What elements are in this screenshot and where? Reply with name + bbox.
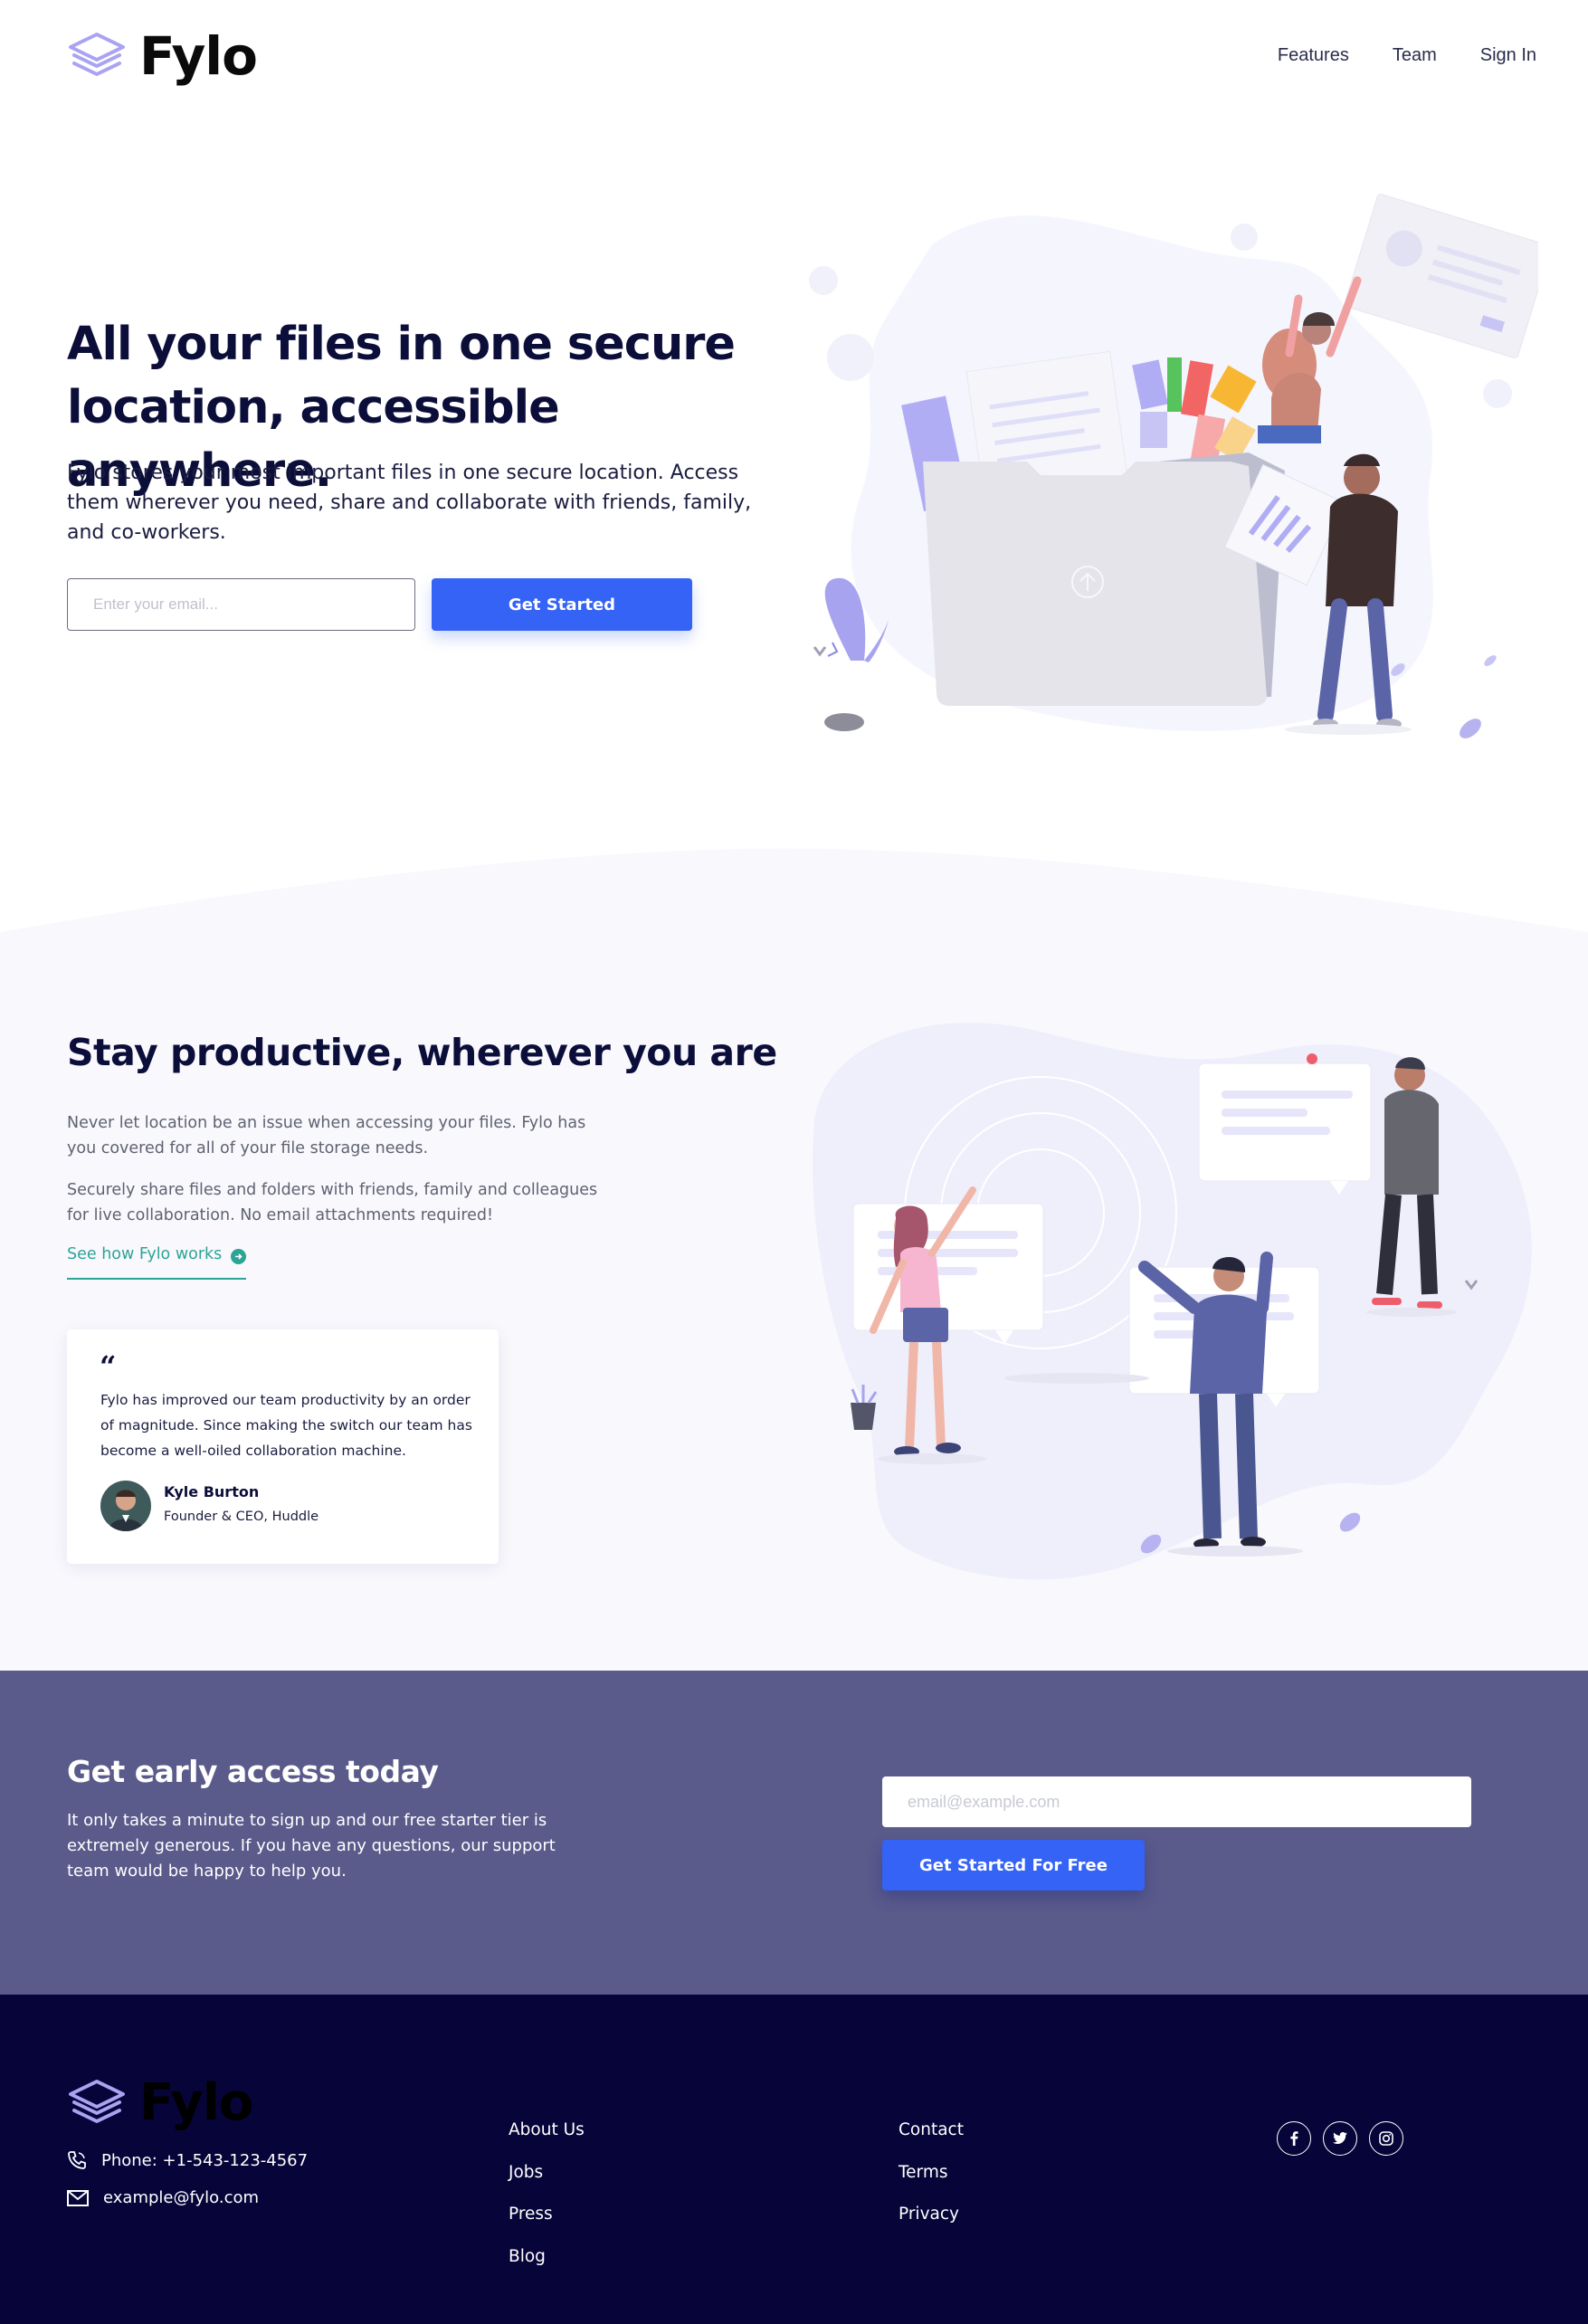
footer-link-terms[interactable]: Terms — [899, 2163, 964, 2183]
footer-phone-text: Phone: +1-543-123-4567 — [101, 2150, 309, 2170]
hero-description: Fylo stores your most important files in… — [67, 462, 752, 544]
brand-logo[interactable]: Fylo — [67, 25, 258, 87]
arrow-right-icon — [231, 1249, 247, 1264]
nav-link-sign-in[interactable]: Sign In — [1480, 45, 1536, 66]
footer-brand-name: Fylo — [139, 2073, 253, 2132]
instagram-icon — [1379, 2131, 1393, 2146]
section-paragraph: Securely share files and folders with fr… — [67, 1181, 598, 1224]
testimonial-card: “ Fylo has improved our team productivit… — [67, 1329, 499, 1564]
brand-name: Fylo — [139, 25, 258, 87]
footer-links-column: Contact Terms Privacy — [899, 2120, 964, 2224]
hero-email-input[interactable] — [67, 578, 415, 631]
instagram-link[interactable] — [1369, 2121, 1403, 2156]
footer-link-jobs[interactable]: Jobs — [509, 2163, 585, 2183]
nav-link-team[interactable]: Team — [1393, 45, 1437, 66]
early-access-section: Get early access today It only takes a m… — [0, 1671, 1588, 1995]
testimonial-role: Founder & CEO, Huddle — [164, 1510, 319, 1524]
testimonial-text: Fylo has improved our team productivity … — [100, 1392, 472, 1459]
section-paragraph: Never let location be an issue when acce… — [67, 1114, 586, 1157]
hero-illustration — [809, 194, 1538, 738]
email-icon — [67, 2189, 89, 2206]
footer-link-blog[interactable]: Blog — [509, 2247, 585, 2267]
layers-icon — [69, 2080, 125, 2123]
testimonial-name: Kyle Burton — [164, 1483, 260, 1500]
site-footer: Fylo Phone: +1-543-123-4567 example@fylo… — [0, 1995, 1588, 2324]
facebook-link[interactable] — [1277, 2121, 1311, 2156]
footer-link-about-us[interactable]: About Us — [509, 2120, 585, 2140]
productive-illustration — [813, 1023, 1532, 1580]
footer-link-contact[interactable]: Contact — [899, 2120, 964, 2140]
main-nav: Features Team Sign In — [1278, 45, 1536, 66]
avatar — [100, 1481, 151, 1531]
footer-links-column: About Us Jobs Press Blog — [509, 2120, 585, 2267]
cta-description: It only takes a minute to sign up and ou… — [67, 1811, 556, 1881]
footer-brand-logo[interactable]: Fylo — [67, 2073, 253, 2132]
nav-link-features[interactable]: Features — [1278, 45, 1349, 66]
quote-icon: “ — [100, 1349, 117, 1384]
footer-link-press[interactable]: Press — [509, 2205, 585, 2224]
section-title: Stay productive, wherever you are — [67, 1031, 777, 1074]
facebook-icon — [1290, 2131, 1298, 2146]
footer-email-text: example@fylo.com — [103, 2188, 260, 2207]
cta-title: Get early access today — [67, 1754, 439, 1789]
layers-icon — [69, 33, 125, 76]
cta-email-input[interactable] — [882, 1776, 1471, 1827]
get-started-button[interactable]: Get Started — [432, 578, 692, 631]
see-how-fylo-works-link[interactable]: See how Fylo works — [67, 1245, 247, 1280]
footer-link-privacy[interactable]: Privacy — [899, 2205, 964, 2224]
social-links — [1277, 2121, 1403, 2156]
site-header: Fylo Features Team Sign In — [0, 0, 1588, 118]
phone-icon — [68, 2151, 86, 2169]
footer-phone: Phone: +1-543-123-4567 — [67, 2150, 308, 2170]
footer-email: example@fylo.com — [67, 2188, 259, 2207]
link-label: See how Fylo works — [67, 1245, 223, 1263]
twitter-icon — [1333, 2132, 1347, 2144]
twitter-link[interactable] — [1323, 2121, 1357, 2156]
get-started-for-free-button[interactable]: Get Started For Free — [882, 1840, 1145, 1891]
